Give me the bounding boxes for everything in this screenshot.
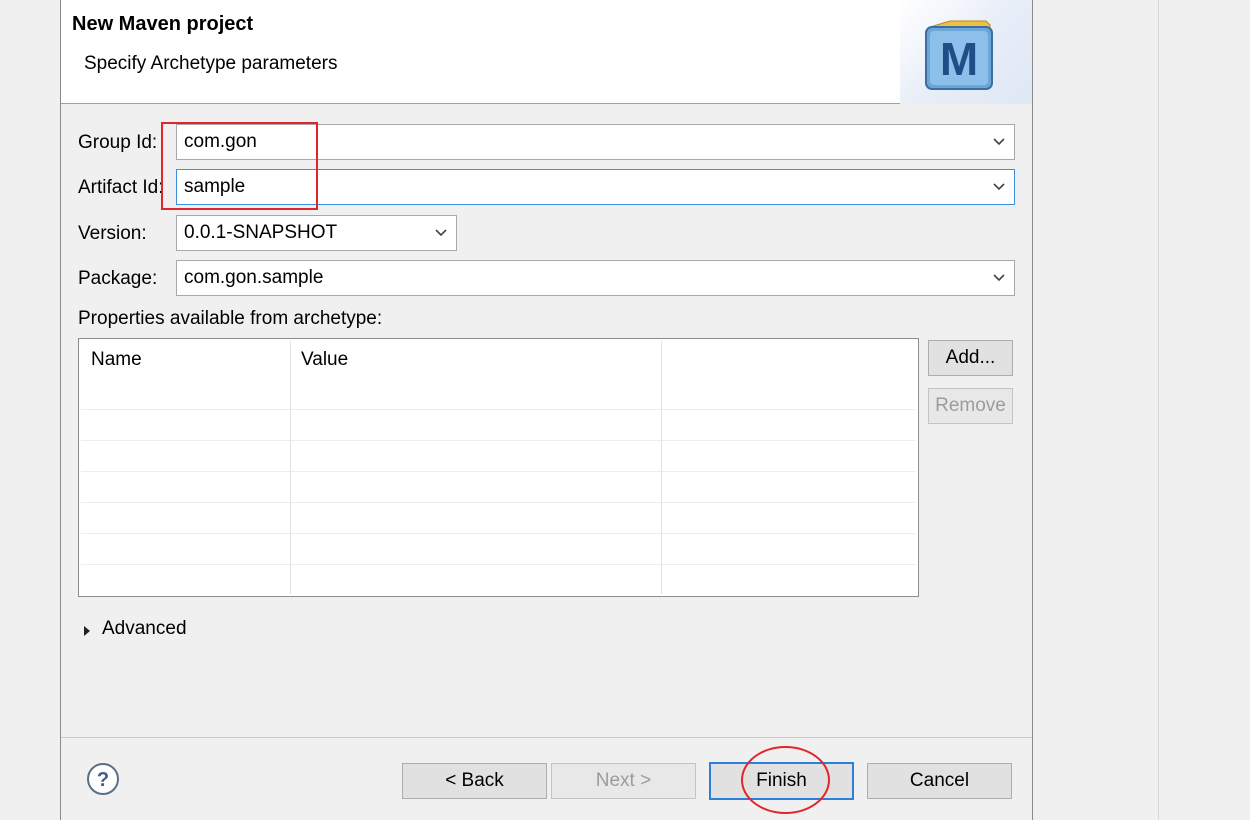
annotation-highlight-box <box>161 122 318 210</box>
table-row-line <box>81 409 915 410</box>
table-row-line <box>81 502 915 503</box>
version-value: 0.0.1-SNAPSHOT <box>184 222 338 243</box>
background-divider <box>1158 0 1159 820</box>
column-divider <box>290 341 291 594</box>
properties-label: Properties available from archetype: <box>78 308 383 329</box>
properties-table[interactable]: Name Value <box>78 338 919 597</box>
column-header-name[interactable]: Name <box>91 349 142 371</box>
add-button[interactable]: Add... <box>928 340 1013 376</box>
cancel-button-label: Cancel <box>909 770 970 791</box>
advanced-toggle[interactable]: Advanced <box>102 618 187 640</box>
add-button-label: Add... <box>945 347 996 368</box>
chevron-down-icon[interactable] <box>992 135 1006 149</box>
chevron-down-icon[interactable] <box>434 226 448 240</box>
package-combo[interactable]: com.gon.sample <box>176 260 1015 296</box>
version-combo[interactable]: 0.0.1-SNAPSHOT <box>176 215 457 251</box>
footer-separator <box>61 737 1032 738</box>
back-button-label: < Back <box>445 770 504 791</box>
chevron-down-icon[interactable] <box>992 271 1006 285</box>
svg-text:?: ? <box>97 769 109 791</box>
dialog-subtitle: Specify Archetype parameters <box>84 53 338 74</box>
annotation-highlight-circle <box>741 746 830 814</box>
package-value: com.gon.sample <box>184 267 324 288</box>
artifact-id-label: Artifact Id: <box>78 177 164 198</box>
expand-arrow-icon[interactable] <box>82 622 94 636</box>
remove-button-label: Remove <box>935 395 1006 416</box>
package-label: Package: <box>78 268 158 289</box>
group-id-label: Group Id: <box>78 132 158 153</box>
remove-button[interactable]: Remove <box>928 388 1013 424</box>
version-label: Version: <box>78 223 147 244</box>
cancel-button[interactable]: Cancel <box>867 763 1012 799</box>
next-button-label: Next > <box>595 770 652 791</box>
help-icon[interactable]: ? <box>86 762 120 796</box>
table-row-line <box>81 440 915 441</box>
dialog-title: New Maven project <box>72 13 254 35</box>
column-header-value[interactable]: Value <box>301 349 348 371</box>
table-row-line <box>81 533 915 534</box>
maven-logo-letter: M <box>940 33 978 85</box>
column-divider <box>661 341 662 594</box>
table-row-line <box>81 564 915 565</box>
next-button[interactable]: Next > <box>551 763 696 799</box>
chevron-down-icon[interactable] <box>992 180 1006 194</box>
maven-logo-icon: M <box>922 17 994 93</box>
back-button[interactable]: < Back <box>402 763 547 799</box>
table-row-line <box>81 471 915 472</box>
